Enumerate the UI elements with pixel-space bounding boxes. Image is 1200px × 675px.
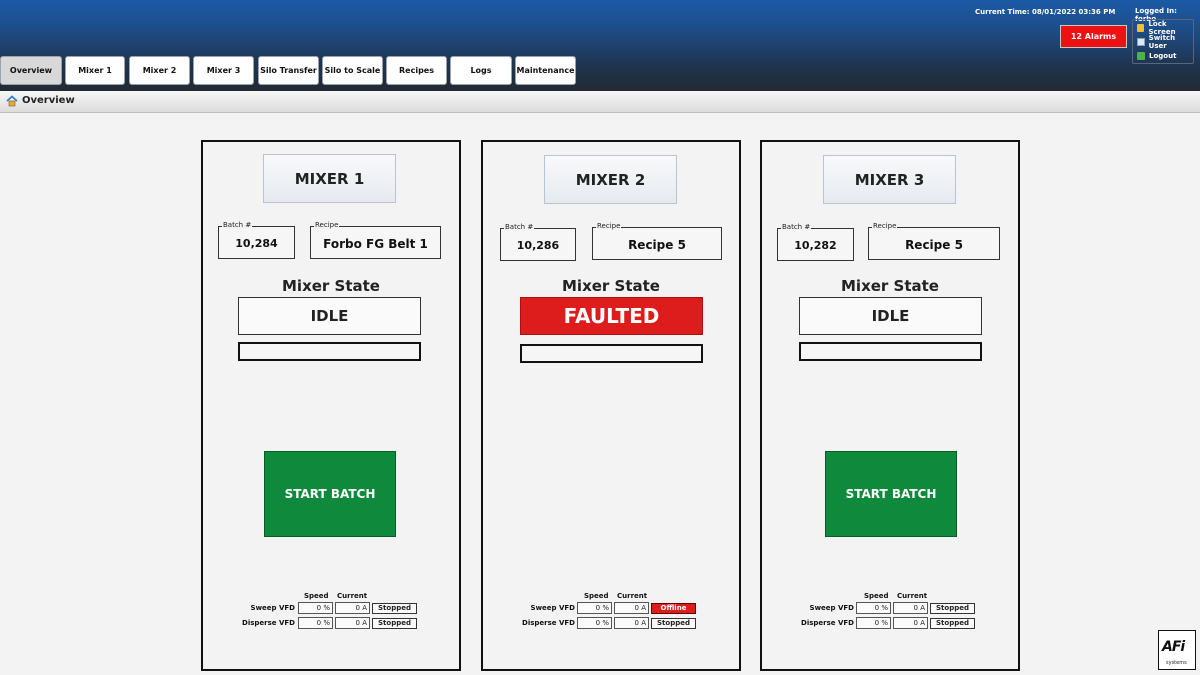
- current-header: Current: [897, 592, 928, 600]
- batch-number-field: Batch # 10,286: [500, 223, 576, 261]
- mixer-2-panel: MIXER 2 Batch # 10,286 Recipe Recipe 5 M…: [481, 140, 741, 671]
- mixer-3-panel: MIXER 3 Batch # 10,282 Recipe Recipe 5 M…: [760, 140, 1020, 671]
- afi-logo: AFi systems: [1158, 630, 1196, 670]
- speed-header: Speed: [864, 592, 889, 600]
- recipe-label: Recipe: [596, 222, 622, 230]
- disperse-vfd-current: 0 A: [893, 617, 928, 629]
- tab-silo-to-scale[interactable]: Silo to Scale: [322, 56, 383, 85]
- tab-mixer-3[interactable]: Mixer 3: [193, 56, 254, 85]
- sweep-vfd-label: Sweep VFD: [250, 604, 295, 612]
- sweep-vfd-current: 0 A: [614, 602, 649, 614]
- disperse-vfd-label: Disperse VFD: [522, 619, 575, 627]
- batch-number: 10,284: [235, 237, 278, 250]
- sweep-vfd-label: Sweep VFD: [809, 604, 854, 612]
- mixer-state-label: Mixer State: [562, 277, 660, 295]
- disperse-vfd-status: Stopped: [930, 618, 975, 629]
- batch-label: Batch #: [222, 221, 253, 229]
- disperse-vfd-current: 0 A: [335, 617, 370, 629]
- tab-maintenance[interactable]: Maintenance: [515, 56, 576, 85]
- recipe-value: Recipe 5: [905, 238, 963, 252]
- mixer-1-panel: MIXER 1 Batch # 10,284 Recipe Forbo FG B…: [201, 140, 461, 671]
- current-time: Current Time: 08/01/2022 03:36 PM: [975, 8, 1116, 16]
- home-icon: [6, 95, 18, 107]
- tab-mixer-1[interactable]: Mixer 1: [65, 56, 125, 85]
- recipe-field: Recipe Recipe 5: [592, 222, 722, 260]
- logout-button[interactable]: Logout: [1133, 49, 1193, 62]
- mixer-state-label: Mixer State: [841, 277, 939, 295]
- state-message-box: [238, 342, 421, 361]
- batch-number: 10,282: [794, 239, 837, 252]
- disperse-vfd-speed: 0 %: [577, 617, 612, 629]
- batch-number-field: Batch # 10,284: [218, 221, 295, 259]
- mixer-title[interactable]: MIXER 3: [823, 155, 956, 204]
- mixer-title[interactable]: MIXER 1: [263, 154, 396, 203]
- current-header: Current: [337, 592, 368, 600]
- disperse-vfd-speed: 0 %: [298, 617, 333, 629]
- mixer-title[interactable]: MIXER 2: [544, 155, 677, 204]
- speed-header: Speed: [304, 592, 329, 600]
- switch-user-button[interactable]: Switch User: [1133, 33, 1193, 50]
- lock-screen-button[interactable]: Lock Screen: [1133, 20, 1193, 36]
- recipe-value: Recipe 5: [628, 238, 686, 252]
- mixer-state-label: Mixer State: [282, 277, 380, 295]
- alarms-button[interactable]: 12 Alarms: [1060, 25, 1127, 48]
- sweep-vfd-speed: 0 %: [298, 602, 333, 614]
- sweep-vfd-status: Offline: [651, 603, 696, 614]
- sweep-vfd-status: Stopped: [930, 603, 975, 614]
- tab-logs[interactable]: Logs: [450, 56, 512, 85]
- page-title: Overview: [22, 95, 75, 106]
- sweep-vfd-current: 0 A: [335, 602, 370, 614]
- recipe-label: Recipe: [314, 221, 340, 229]
- user-menu: Lock Screen Switch User Logout: [1132, 19, 1194, 64]
- logo-text: AFi: [1162, 639, 1185, 655]
- recipe-field: Recipe Recipe 5: [868, 222, 1000, 260]
- sweep-vfd-speed: 0 %: [856, 602, 891, 614]
- switch-user-label: Switch User: [1148, 33, 1176, 50]
- speed-header: Speed: [584, 592, 609, 600]
- header-bar: Current Time: 08/01/2022 03:36 PM Logged…: [0, 0, 1200, 91]
- logout-label: Logout: [1149, 51, 1177, 60]
- state-message-box: [520, 344, 703, 363]
- recipe-value: Forbo FG Belt 1: [323, 237, 428, 251]
- current-header: Current: [617, 592, 648, 600]
- tab-overview[interactable]: Overview: [0, 56, 62, 85]
- start-batch-button[interactable]: START BATCH: [825, 451, 957, 537]
- disperse-vfd-status: Stopped: [372, 618, 417, 629]
- disperse-vfd-current: 0 A: [614, 617, 649, 629]
- mixer-state-value: IDLE: [799, 297, 982, 335]
- sweep-vfd-speed: 0 %: [577, 602, 612, 614]
- batch-label: Batch #: [504, 223, 535, 231]
- mixer-state-value: IDLE: [238, 297, 421, 335]
- tab-silo-transfer[interactable]: Silo Transfer: [258, 56, 319, 85]
- disperse-vfd-label: Disperse VFD: [242, 619, 295, 627]
- recipe-label: Recipe: [872, 222, 898, 230]
- user-icon: [1137, 37, 1145, 46]
- start-batch-button[interactable]: START BATCH: [264, 451, 396, 537]
- disperse-vfd-status: Stopped: [651, 618, 696, 629]
- tab-mixer-2[interactable]: Mixer 2: [129, 56, 190, 85]
- sweep-vfd-label: Sweep VFD: [530, 604, 575, 612]
- batch-label: Batch #: [781, 223, 812, 231]
- batch-number-field: Batch # 10,282: [777, 223, 854, 261]
- logout-icon: [1137, 51, 1145, 60]
- batch-number: 10,286: [516, 239, 560, 252]
- disperse-vfd-speed: 0 %: [856, 617, 891, 629]
- disperse-vfd-label: Disperse VFD: [801, 619, 854, 627]
- breadcrumb: Overview: [0, 91, 1200, 113]
- recipe-field: Recipe Forbo FG Belt 1: [310, 221, 441, 259]
- sweep-vfd-current: 0 A: [893, 602, 928, 614]
- lock-icon: [1137, 23, 1145, 32]
- tab-recipes[interactable]: Recipes: [386, 56, 447, 85]
- sweep-vfd-status: Stopped: [372, 603, 417, 614]
- mixer-state-value: FAULTED: [520, 297, 703, 335]
- state-message-box: [799, 342, 982, 361]
- logo-subtext: systems: [1166, 660, 1187, 666]
